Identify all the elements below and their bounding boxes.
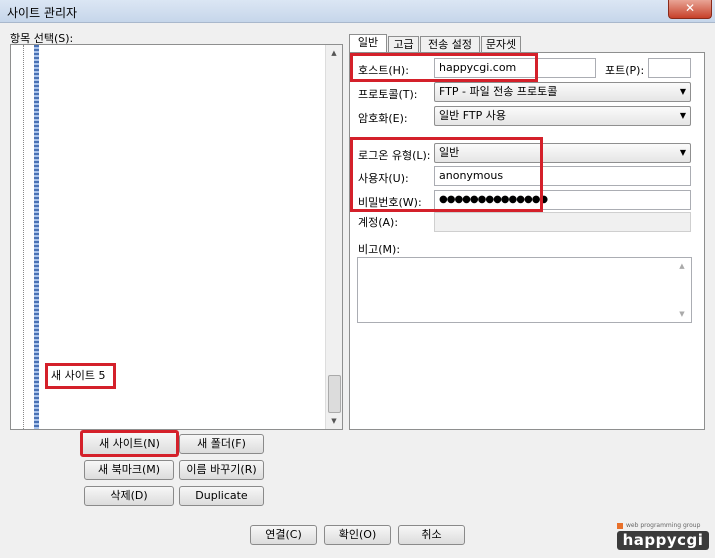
comments-textarea[interactable]: ▲ ▼ — [357, 257, 692, 323]
scroll-up-icon[interactable]: ▲ — [326, 49, 342, 57]
new-site-button[interactable]: 새 사이트(N) — [80, 430, 179, 457]
protocol-select[interactable]: FTP - 파일 전송 프로토콜 ▼ — [434, 82, 691, 102]
tab-charset[interactable]: 문자셋 — [481, 36, 521, 53]
encryption-label: 암호화(E): — [358, 112, 408, 125]
tab-general[interactable]: 일반 — [349, 34, 387, 52]
encryption-select[interactable]: 일반 FTP 사용 ▼ — [434, 106, 691, 126]
port-input[interactable] — [648, 58, 691, 78]
scroll-down-icon[interactable]: ▼ — [674, 310, 690, 318]
protocol-label: 프로토콜(T): — [358, 88, 418, 101]
new-folder-button[interactable]: 새 폴더(F) — [179, 434, 264, 454]
logon-highlight — [350, 137, 543, 212]
close-button[interactable]: ✕ — [668, 0, 712, 19]
tab-transfer-settings[interactable]: 전송 설정 — [420, 36, 480, 53]
account-input[interactable] — [434, 212, 691, 232]
tree-scrollbar[interactable]: ▲ ▼ — [325, 45, 342, 429]
tree-guide-line — [23, 45, 24, 429]
host-highlight — [350, 53, 538, 82]
logo-name: happycgi — [617, 531, 709, 550]
new-bookmark-button[interactable]: 새 북마크(M) — [84, 460, 174, 480]
tree-folder-stem — [34, 45, 39, 429]
rename-button[interactable]: 이름 바꾸기(R) — [179, 460, 264, 480]
logo-tagline: web programming group — [626, 522, 701, 529]
comments-label: 비고(M): — [358, 243, 401, 256]
happycgi-logo: web programming group happycgi — [617, 522, 709, 551]
encryption-value: 일반 FTP 사용 — [439, 109, 506, 122]
port-label: 포트(P): — [605, 64, 645, 77]
protocol-value: FTP - 파일 전송 프로토콜 — [439, 85, 558, 98]
account-label: 계정(A): — [358, 216, 399, 229]
scroll-thumb[interactable] — [328, 375, 341, 413]
duplicate-button[interactable]: Duplicate — [179, 486, 264, 506]
delete-button[interactable]: 삭제(D) — [84, 486, 174, 506]
chevron-down-icon: ▼ — [679, 148, 686, 157]
tab-advanced[interactable]: 고급 — [388, 36, 419, 53]
logo-square-icon — [617, 523, 623, 529]
site-tree[interactable]: 새 사이트 5 ▲ ▼ — [10, 44, 343, 430]
title-bar — [0, 0, 715, 23]
cancel-button[interactable]: 취소 — [398, 525, 465, 545]
scroll-up-icon[interactable]: ▲ — [674, 262, 690, 270]
connect-button[interactable]: 연결(C) — [250, 525, 317, 545]
window-title: 사이트 관리자 — [7, 6, 78, 20]
scroll-down-icon[interactable]: ▼ — [326, 417, 342, 425]
ok-button[interactable]: 확인(O) — [324, 525, 391, 545]
tree-item-new-site-5[interactable]: 새 사이트 5 — [45, 363, 116, 389]
chevron-down-icon: ▼ — [679, 87, 686, 96]
chevron-down-icon: ▼ — [679, 111, 686, 120]
